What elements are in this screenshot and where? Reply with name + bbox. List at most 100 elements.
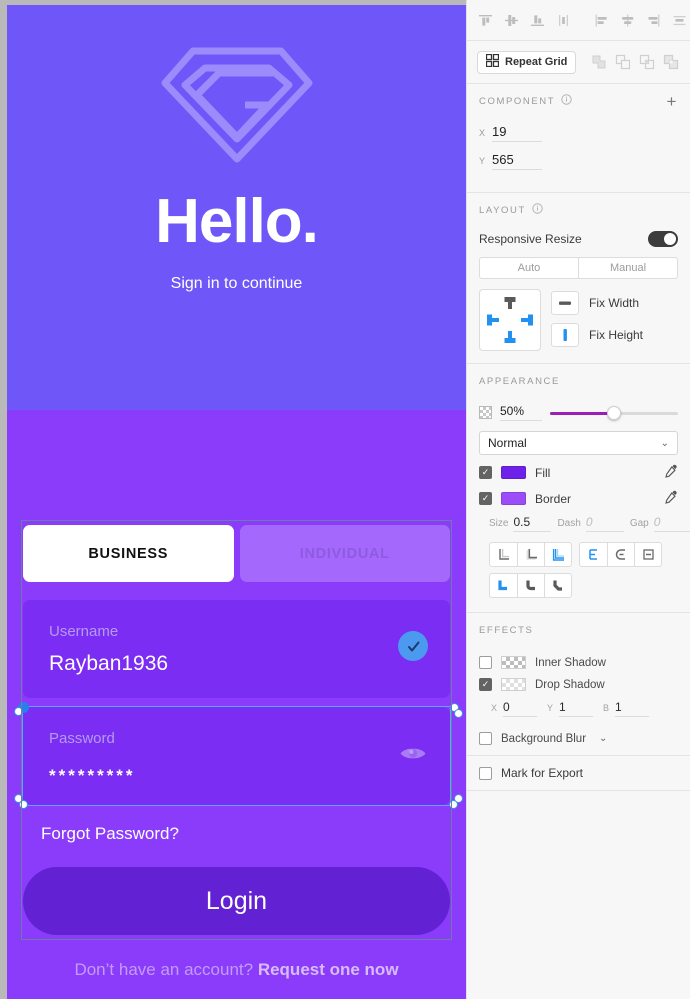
effects-section-header: EFFECTS [467, 613, 690, 647]
password-label: Password [49, 730, 115, 747]
chevron-down-icon[interactable]: ⌄ [599, 733, 607, 744]
page-subtitle: Sign in to continue [170, 275, 303, 292]
align-top-icon[interactable] [473, 8, 497, 32]
inner-shadow-swatch[interactable] [501, 656, 526, 669]
border-checkbox[interactable] [479, 492, 492, 505]
gap-label: Gap [629, 518, 649, 529]
dash-input[interactable]: 0 [585, 515, 624, 532]
account-type-tabs[interactable]: BUSINESS INDIVIDUAL [23, 525, 450, 582]
align-bottom-icon[interactable] [525, 8, 549, 32]
intersect-icon[interactable] [637, 53, 656, 72]
username-field[interactable]: Username Rayban1936 [23, 600, 450, 698]
shadow-y-input[interactable]: 1 [559, 700, 594, 717]
fill-checkbox[interactable] [479, 466, 492, 479]
drop-shadow-swatch[interactable] [501, 678, 526, 691]
login-button[interactable]: Login [23, 867, 450, 935]
horizontal-align-group [589, 8, 690, 32]
resize-handle-br[interactable] [454, 794, 463, 803]
drop-shadow-checkbox[interactable] [479, 678, 492, 691]
divider [467, 790, 690, 791]
opacity-slider[interactable] [550, 405, 678, 420]
responsive-resize-toggle[interactable] [648, 231, 678, 247]
distribute-vertical-icon[interactable] [551, 8, 575, 32]
info-icon[interactable] [532, 203, 543, 217]
resize-mode-manual[interactable]: Manual [578, 258, 677, 278]
boolean-ops-group [589, 53, 680, 72]
stroke-align-group [489, 542, 572, 567]
eyedropper-icon[interactable] [664, 464, 678, 481]
blend-mode-select[interactable]: Normal ⌄ [479, 431, 678, 455]
fill-swatch[interactable] [501, 466, 526, 479]
align-center-icon[interactable] [615, 8, 639, 32]
distribute-horizontal-icon[interactable] [667, 8, 690, 32]
signup-prompt: Don’t have an account? Request one now [7, 960, 466, 980]
cap-square-icon[interactable] [634, 543, 661, 566]
gap-input[interactable]: 0 [653, 515, 690, 532]
inner-shadow-row: Inner Shadow [467, 647, 690, 669]
border-swatch[interactable] [501, 492, 526, 505]
y-input[interactable]: 565 [492, 152, 542, 170]
stroke-inside-icon[interactable] [490, 543, 517, 566]
drop-shadow-row: Drop Shadow [467, 669, 690, 691]
resize-handle-tr-secondary[interactable] [454, 709, 463, 718]
cap-butt-icon[interactable] [580, 543, 607, 566]
constraints-widget[interactable] [479, 289, 541, 351]
grid-icon [485, 53, 500, 70]
exclude-icon[interactable] [661, 53, 680, 72]
username-value[interactable]: Rayban1936 [49, 652, 168, 676]
eyedropper-icon[interactable] [664, 490, 678, 507]
shadow-b-input[interactable]: 1 [615, 700, 650, 717]
resize-handle-tl-secondary[interactable] [14, 707, 23, 716]
join-miter-icon[interactable] [490, 574, 517, 597]
x-label: X [479, 128, 486, 138]
x-input[interactable]: 19 [492, 124, 542, 142]
position-fields: X 19 Y 565 [467, 118, 690, 192]
background-blur-checkbox[interactable] [479, 732, 492, 745]
stroke-center-icon[interactable] [517, 543, 544, 566]
size-label: Size [489, 518, 509, 529]
cap-round-icon[interactable] [607, 543, 634, 566]
tab-business[interactable]: BUSINESS [23, 525, 234, 582]
slider-knob[interactable] [607, 405, 621, 420]
join-bevel-icon[interactable] [544, 574, 571, 597]
signup-prompt-text: Don’t have an account? [74, 960, 258, 979]
tab-individual[interactable]: INDIVIDUAL [239, 525, 450, 582]
mobile-artboard[interactable]: Hello. Sign in to continue BUSINESS INDI… [7, 5, 466, 999]
fix-height-button[interactable] [551, 323, 579, 347]
opacity-input[interactable]: 50% [500, 404, 542, 421]
resize-handle-tr[interactable] [450, 703, 459, 712]
stroke-align-row [467, 536, 690, 567]
resize-handle-bl[interactable] [14, 794, 23, 803]
forgot-password-link[interactable]: Forgot Password? [41, 824, 179, 844]
mark-for-export-checkbox[interactable] [479, 766, 492, 780]
size-input[interactable]: 0.5 [513, 515, 552, 532]
shadow-y-item: Y 1 [547, 700, 594, 717]
align-left-icon[interactable] [589, 8, 613, 32]
align-middle-icon[interactable] [499, 8, 523, 32]
y-label: Y [479, 156, 486, 166]
dash-item: Dash 0 [557, 515, 624, 532]
shadow-x-input[interactable]: 0 [503, 700, 538, 717]
signup-link[interactable]: Request one now [258, 960, 399, 979]
resize-handle-br-secondary[interactable] [449, 800, 458, 809]
subtract-icon[interactable] [613, 53, 632, 72]
password-field[interactable]: Password ********* [23, 707, 450, 805]
fix-width-button[interactable] [551, 291, 579, 315]
align-right-icon[interactable] [641, 8, 665, 32]
stroke-outside-icon[interactable] [544, 543, 571, 566]
canvas-area[interactable]: Hello. Sign in to continue BUSINESS INDI… [0, 0, 466, 999]
toggle-knob [664, 233, 676, 245]
info-icon[interactable] [561, 94, 572, 108]
resize-mode-segmented[interactable]: Auto Manual [479, 257, 678, 279]
union-icon[interactable] [589, 53, 608, 72]
inner-shadow-checkbox[interactable] [479, 656, 492, 669]
repeat-grid-button[interactable]: Repeat Grid [477, 50, 577, 74]
eye-icon[interactable] [398, 743, 428, 763]
resize-mode-auto[interactable]: Auto [480, 258, 578, 278]
fill-row: Fill [467, 455, 690, 481]
add-component-button[interactable]: + [666, 93, 678, 110]
password-value[interactable]: ********* [49, 766, 136, 786]
join-round-icon[interactable] [517, 574, 544, 597]
blend-mode-value: Normal [488, 436, 527, 450]
